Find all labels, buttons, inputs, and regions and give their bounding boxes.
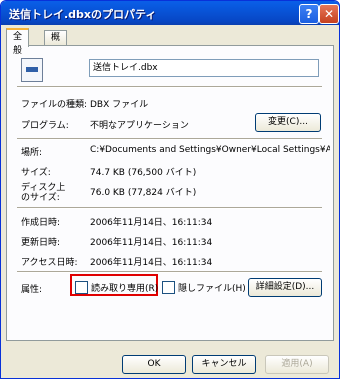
separator (17, 271, 322, 273)
location-value: C:¥Documents and Settings¥Owner¥Local Se… (90, 145, 330, 155)
window-title: 送信トレイ.dbxのプロパティ (9, 8, 157, 21)
file-type-label: ファイルの種類: (21, 100, 88, 110)
accessed-label: アクセス日時: (21, 258, 78, 268)
program-value: 不明なアプリケーション (90, 121, 189, 131)
accessed-value: 2006年11月14日、16:11:34 (90, 258, 213, 268)
disk-size-value: 76.0 KB (77,824 バイト) (90, 188, 197, 198)
file-type-value: DBX ファイル (90, 100, 149, 110)
modified-label: 更新日時: (21, 238, 61, 248)
dbx-file-icon (21, 58, 43, 82)
close-button[interactable]: ✕ (319, 4, 339, 24)
disk-size-label-line2: のサイズ: (21, 193, 60, 203)
hidden-checkbox[interactable]: 隠しファイル(H) (162, 279, 246, 295)
properties-dialog: 送信トレイ.dbxのプロパティ ? ✕ 全般 概要 送信トレイ.dbx ファイル… (0, 0, 340, 379)
attributes-label: 属性: (21, 285, 43, 295)
cancel-button[interactable]: キャンセル (192, 355, 256, 374)
hidden-label: 隠しファイル(H) (178, 283, 246, 294)
tab-summary[interactable]: 概要 (44, 30, 68, 57)
separator (17, 207, 322, 209)
size-value: 74.7 KB (76,500 バイト) (90, 168, 197, 178)
separator (17, 138, 322, 140)
advanced-button[interactable]: 詳細設定(D)... (248, 278, 322, 297)
ok-button[interactable]: OK (122, 355, 186, 374)
checkbox-box[interactable] (75, 280, 88, 294)
file-name-field[interactable]: 送信トレイ.dbx (89, 59, 319, 77)
readonly-checkbox[interactable]: 読み取り専用(R) (75, 279, 158, 295)
modified-value: 2006年11月14日、16:11:34 (90, 238, 213, 248)
title-bar[interactable]: 送信トレイ.dbxのプロパティ ? ✕ (1, 1, 339, 25)
general-tab-panel: 送信トレイ.dbx ファイルの種類: DBX ファイル プログラム: 不明なアプ… (6, 45, 334, 341)
help-button[interactable]: ? (299, 4, 319, 24)
location-label: 場所: (21, 148, 43, 158)
change-program-button[interactable]: 変更(C)... (255, 113, 321, 132)
tab-general[interactable]: 全般 (6, 28, 30, 56)
checkbox-box[interactable] (162, 280, 175, 294)
program-label: プログラム: (21, 121, 69, 131)
apply-button[interactable]: 適用(A) (265, 355, 329, 374)
created-label: 作成日時: (21, 218, 61, 228)
created-value: 2006年11月14日、16:11:34 (90, 218, 213, 228)
size-label: サイズ: (21, 168, 51, 178)
separator (17, 86, 322, 88)
readonly-label: 読み取り専用(R) (91, 283, 159, 294)
